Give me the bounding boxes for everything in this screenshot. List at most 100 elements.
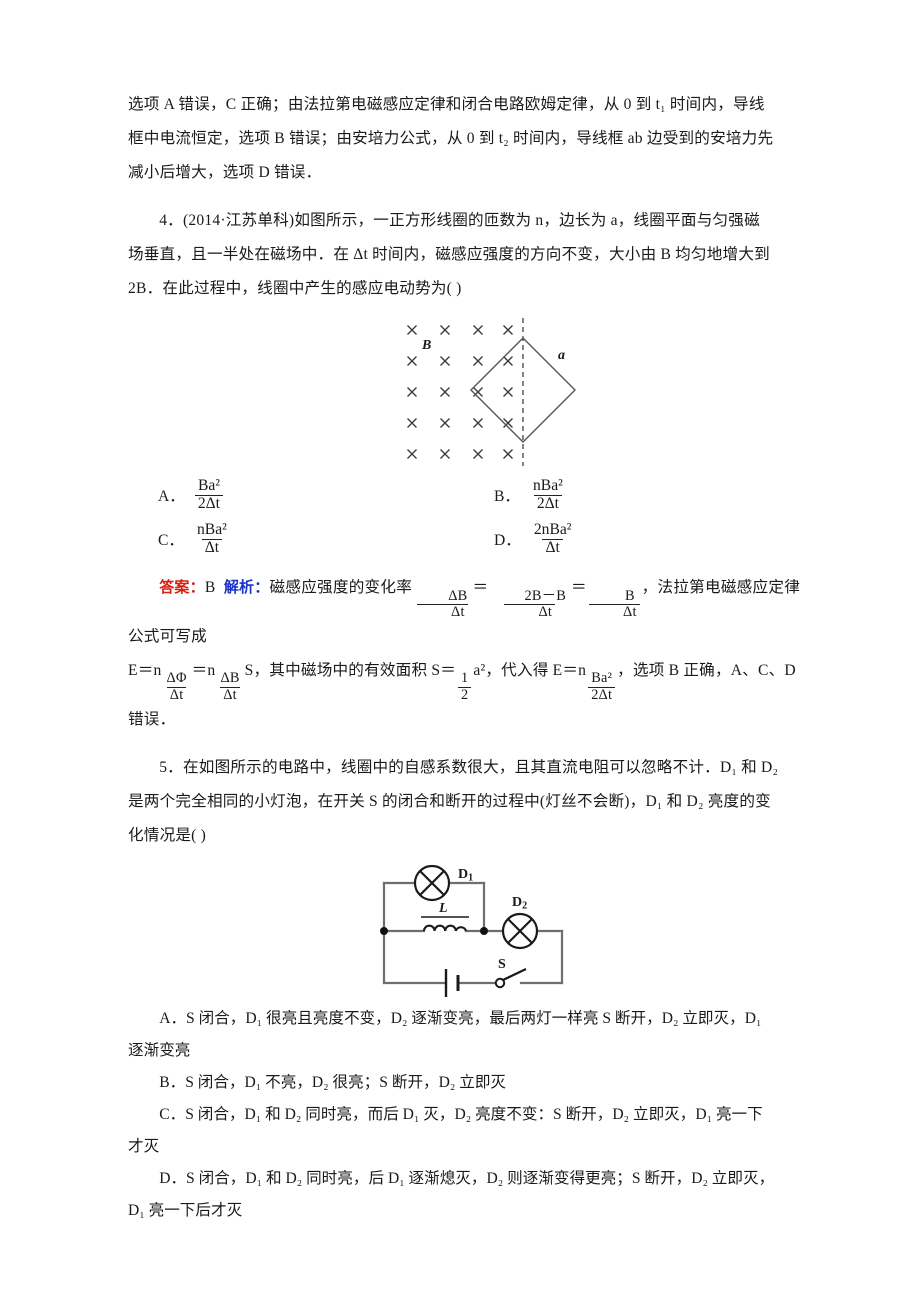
analysis-f2-den: Δt — [504, 603, 556, 620]
q4-option-A-tag: A． — [158, 488, 185, 506]
q4-analysis-line-2: E＝n ΔΦ Δt ＝n ΔB Δt S，其中磁场中的有效面积 S＝ 1 2 a²，代入得 E＝n… — [128, 654, 800, 703]
q4-option-B-numerator: nBa² — [533, 477, 563, 494]
q5-option-D-tag: D． — [159, 1169, 187, 1187]
analysis-fraction-2: 2B－B Δt — [490, 587, 569, 620]
q5-figure-canvas: D1 D2 L S — [366, 864, 596, 997]
q4-stem-line-2: 场垂直，且一半处在磁场中．在 Δt 时间内，磁感应强度的方向不变，大小由 B 均… — [128, 246, 770, 263]
q5-option-A-tag: A． — [159, 1009, 187, 1027]
inductor-label: L — [439, 900, 448, 916]
q5-option-D-line-2: D₁ 亮一下后才灭 — [128, 1201, 243, 1219]
analysis-f6-den: 2 — [458, 686, 472, 703]
q4-option-A-formula: Ba² 2Δt — [194, 477, 224, 513]
lamp-d1-label: D1 — [458, 866, 474, 884]
analysis-f2-num: 2B－B — [524, 587, 566, 604]
explanation-line-3: 减小后增大，选项 D 错误． — [128, 164, 322, 181]
q5-option-C-line-2: 才灭 — [128, 1137, 160, 1155]
analysis-fraction-4: ΔΦ Δt — [164, 670, 190, 703]
previous-explanation-block: 选项 A 错误，C 正确；由法拉第电磁感应定律和闭合电路欧姆定律，从 0 到 t… — [128, 88, 800, 190]
analysis-f7-num: Ba² — [591, 670, 613, 687]
q4-option-B-denominator: 2Δt — [533, 494, 562, 513]
q4-option-A[interactable]: A． Ba² 2Δt — [128, 477, 464, 513]
answer-value: B — [204, 579, 216, 597]
analysis-fraction-6: 12 — [458, 671, 472, 703]
q4-option-D[interactable]: D． 2nBa² Δt — [464, 521, 800, 556]
analysis-text-2d: ，选项 B 正确，A、C、D — [617, 661, 796, 679]
q5-stem-line-2: 是两个完全相同的小灯泡，在开关 S 的闭合和断开的过程中(灯丝不会断)，D₁ 和… — [128, 792, 771, 810]
analysis-fraction-1: ΔB Δt — [414, 587, 470, 620]
q5-stem-line-1: 5．在如图所示的电路中，线圈中的自感系数很大，且其直流电阻可以忽略不计．D₁ 和… — [128, 751, 800, 785]
q4-option-D-numerator: 2nBa² — [533, 521, 572, 539]
q4-option-B-tag: B． — [494, 488, 520, 506]
q4-option-C[interactable]: C． nBa² Δt — [128, 521, 464, 557]
analysis-f1-num: ΔB — [448, 587, 468, 604]
q4-option-A-denominator: 2Δt — [194, 494, 224, 513]
q5-option-A[interactable]: A．S 闭合，D₁ 很亮且亮度不变，D₂ 逐渐变亮，最后两灯一样亮 S 断开，D… — [128, 1003, 800, 1067]
circuit-node-right — [480, 926, 488, 935]
explanation-line-2: 框中电流恒定，选项 B 错误；由安培力公式，从 0 到 t₂ 时间内，导线框 a… — [128, 130, 774, 147]
q4-option-D-tag: D． — [494, 532, 521, 550]
q4-option-C-denominator: Δt — [201, 538, 223, 557]
q4-options-row-2: C． nBa² Δt D． 2nBa² Δt — [128, 521, 800, 557]
document-page: 选项 A 错误，C 正确；由法拉第电磁感应定律和闭合电路欧姆定律，从 0 到 t… — [0, 0, 920, 1302]
q4-stem-line-3: 2B．在此过程中，线圈中产生的感应电动势为( ) — [128, 280, 462, 297]
question-5: 5．在如图所示的电路中，线圈中的自感系数很大，且其直流电阻可以忽略不计．D₁ 和… — [128, 751, 800, 1227]
circuit-diagram-svg — [380, 864, 564, 997]
q4-option-C-tag: C． — [158, 532, 184, 550]
q4-option-A-numerator: Ba² — [197, 477, 220, 494]
analysis-f3-den: Δt — [588, 603, 640, 620]
q5-option-C-line-1: C．S 闭合，D₁ 和 D₂ 同时亮，而后 D₁ 灭，D₂ 亮度不变：S 断开，… — [128, 1099, 800, 1131]
q5-option-A-line-1: A．S 闭合，D₁ 很亮且亮度不变，D₂ 逐渐变亮，最后两灯一样亮 S 断开，D… — [128, 1003, 800, 1035]
analysis-eq-3: ＝n — [191, 661, 216, 679]
q5-number: 5． — [159, 758, 183, 776]
lamp-d2-icon — [501, 912, 539, 949]
analysis-text-2b: S，其中磁场中的有效面积 S＝ — [244, 661, 457, 679]
q4-option-C-numerator: nBa² — [197, 521, 227, 539]
analysis-text-2a: E＝n — [128, 661, 162, 679]
q5-option-B-line-1: B．S 闭合，D₁ 不亮，D₂ 很亮；S 断开，D₂ 立即灭 — [128, 1067, 800, 1099]
q5-option-C-tag: C． — [159, 1105, 186, 1123]
analysis-f4-num: ΔΦ — [166, 670, 187, 687]
q4-option-D-formula: 2nBa² Δt — [531, 521, 575, 556]
q4-option-B-formula: nBa² 2Δt — [530, 477, 566, 513]
q5-option-B[interactable]: B．S 闭合，D₁ 不亮，D₂ 很亮；S 断开，D₂ 立即灭 — [128, 1067, 800, 1099]
q5-option-A-text-1: S 闭合，D₁ 很亮且亮度不变，D₂ 逐渐变亮，最后两灯一样亮 S 断开，D₂ … — [186, 1009, 762, 1027]
q4-figure: B a — [128, 316, 800, 468]
answer-label: 答案： — [159, 578, 205, 597]
explanation-line-1: 选项 A 错误，C 正确；由法拉第电磁感应定律和闭合电路欧姆定律，从 0 到 t… — [128, 96, 765, 113]
inductor-icon — [422, 924, 468, 932]
q5-figure: D1 D2 L S — [128, 864, 800, 997]
q4-options-row-1: A． Ba² 2Δt B． nBa² 2Δt — [128, 477, 800, 513]
q4-option-B[interactable]: B． nBa² 2Δt — [464, 477, 800, 513]
q5-option-B-text-1: S 闭合，D₁ 不亮，D₂ 很亮；S 断开，D₂ 立即灭 — [185, 1073, 507, 1091]
circuit-node-left — [380, 926, 388, 935]
analysis-eq-1: ＝ — [472, 579, 489, 597]
q4-option-C-formula: nBa² Δt — [194, 521, 230, 557]
q4-answer-line: 答案：B 解析：磁感应强度的变化率 ΔB Δt ＝ 2B－B Δt ＝ B Δt ，法拉第电磁感应… — [128, 570, 800, 654]
q5-option-D-text-1: S 闭合，D₁ 和 D₂ 同时亮，后 D₁ 逐渐熄灭，D₂ 则逐渐变得更亮；S … — [186, 1169, 775, 1187]
lamp-d2-label: D2 — [512, 894, 528, 912]
q4-stem-line-1: 4．(2014·江苏单科)如图所示，一正方形线圈的匝数为 n，边长为 a，线圈平… — [128, 204, 800, 238]
analysis-fraction-7: Ba² 2Δt — [588, 670, 616, 703]
q5-option-B-tag: B． — [159, 1073, 186, 1091]
q5-option-D-line-1: D．S 闭合，D₁ 和 D₂ 同时亮，后 D₁ 逐渐熄灭，D₂ 则逐渐变得更亮；… — [128, 1163, 800, 1195]
battery-icon — [444, 968, 460, 997]
analysis-text-1a: 磁感应强度的变化率 — [269, 579, 413, 597]
q5-option-C[interactable]: C．S 闭合，D₁ 和 D₂ 同时亮，而后 D₁ 灭，D₂ 亮度不变：S 断开，… — [128, 1099, 800, 1163]
analysis-f1-den: Δt — [416, 603, 468, 620]
analysis-fraction-5: ΔB Δt — [217, 671, 242, 702]
q4-analysis-line-3: 错误． — [128, 710, 176, 728]
analysis-f4-den: Δt — [166, 686, 187, 703]
question-4: 4．(2014·江苏单科)如图所示，一正方形线圈的匝数为 n，边长为 a，线圈平… — [128, 204, 800, 737]
page-content: 选项 A 错误，C 正确；由法拉第电磁感应定律和闭合电路欧姆定律，从 0 到 t… — [128, 88, 800, 1227]
q5-option-C-text-1: S 闭合，D₁ 和 D₂ 同时亮，而后 D₁ 灭，D₂ 亮度不变：S 断开，D₂… — [185, 1105, 763, 1123]
analysis-f5-num: ΔB — [220, 670, 240, 687]
q4-stem-text-1: 如图所示，一正方形线圈的匝数为 n，边长为 a，线圈平面与匀强磁 — [294, 212, 760, 229]
side-label-a: a — [558, 348, 565, 363]
analysis-f7-den: 2Δt — [588, 686, 616, 703]
analysis-text-2c: a²，代入得 E＝n — [473, 661, 587, 679]
q5-stem-line-3: 化情况是( ) — [128, 826, 207, 844]
q5-option-D[interactable]: D．S 闭合，D₁ 和 D₂ 同时亮，后 D₁ 逐渐熄灭，D₂ 则逐渐变得更亮；… — [128, 1163, 800, 1227]
analysis-fraction-3: B Δt — [588, 588, 640, 620]
switch-label: S — [498, 956, 506, 972]
q4-figure-canvas: B a — [390, 316, 600, 468]
